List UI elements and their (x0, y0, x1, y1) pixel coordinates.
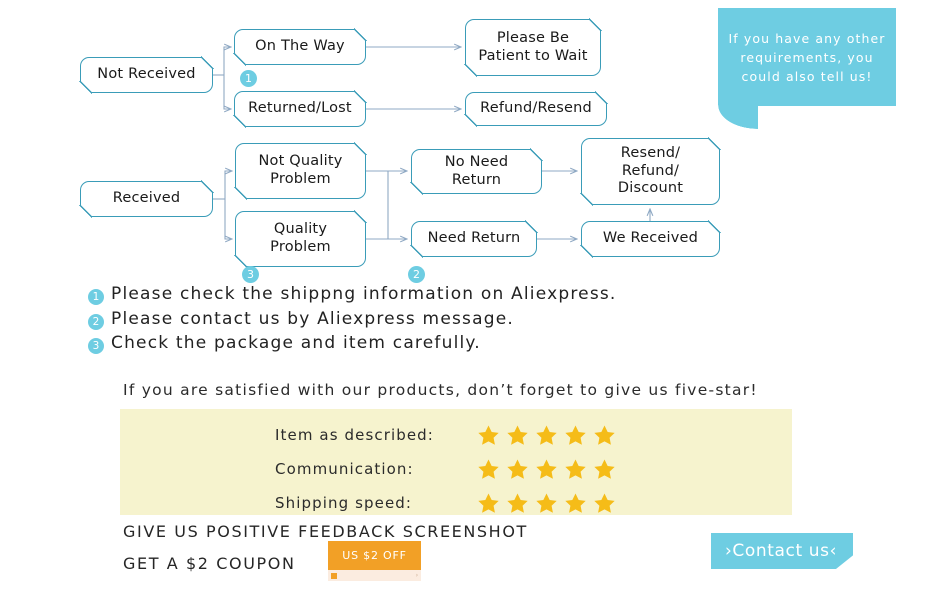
flow-node-no-need-return: No Need Return (410, 148, 543, 195)
flow-step-marker-2: 2 (408, 266, 425, 283)
rating-row: Shipping speed: (120, 486, 792, 520)
flow-node-label: We Received (602, 230, 699, 247)
star-icon (594, 493, 615, 513)
contact-us-button[interactable]: ›Contact us‹ (711, 533, 853, 569)
requirements-bubble-tail (718, 105, 758, 129)
note-text: Check the package and item carefully. (111, 333, 481, 353)
star-icon (565, 425, 586, 445)
flow-node-we-received: We Received (580, 220, 721, 258)
coupon-footer: › (328, 570, 421, 581)
flow-node-returned-lost: Returned/Lost (233, 90, 367, 128)
rating-row: Communication: (120, 452, 792, 486)
star-icon (478, 493, 499, 513)
requirements-bubble: If you have any other requirements, you … (718, 8, 896, 106)
star-icon (507, 459, 528, 479)
page-root: Not Received On The Way Returned/Lost Pleas… (0, 0, 950, 600)
flow-node-not-quality-problem: Not Quality Problem (234, 142, 367, 200)
flow-node-label: Resend/ Refund/ Discount (617, 144, 684, 197)
note-item: 3 Check the package and item carefully. (88, 333, 617, 357)
note-number: 1 (88, 289, 104, 305)
note-item: 2 Please contact us by Aliexpress message… (88, 309, 617, 333)
flow-node-label: Please Be Patient to Wait (478, 29, 588, 64)
feedback-line-1: GIVE US POSITIVE FEEDBACK SCREENSHOT (123, 522, 528, 541)
rating-label: Item as described: (275, 426, 434, 444)
flow-node-label: No Need Return (444, 153, 509, 188)
requirements-bubble-text: If you have any other requirements, you … (728, 30, 886, 84)
ratings-panel: Item as described: Communication: Shipping… (120, 409, 792, 515)
note-item: 1 Please check the shippng information on… (88, 284, 617, 308)
star-icon (594, 425, 615, 445)
rating-stars (477, 424, 616, 447)
rating-stars (477, 492, 616, 515)
star-icon (594, 459, 615, 479)
feedback-line-2: GET A $2 COUPON (123, 554, 296, 573)
star-icon (565, 459, 586, 479)
note-text: Please check the shippng information on … (111, 284, 617, 304)
contact-us-label: ›Contact us‹ (725, 541, 837, 561)
flow-node-received: Received (79, 180, 214, 218)
star-icon (478, 459, 499, 479)
flow-node-label: Not Received (97, 66, 196, 83)
star-icon (507, 425, 528, 445)
flow-node-label: On The Way (255, 38, 345, 55)
flow-node-please-be-patient: Please Be Patient to Wait (464, 18, 602, 77)
flow-node-not-received: Not Received (79, 56, 214, 94)
star-icon (565, 493, 586, 513)
note-number: 2 (88, 313, 104, 330)
star-icon (536, 459, 557, 479)
flow-node-label: Refund/Resend (480, 100, 592, 117)
rating-label: Communication: (275, 460, 414, 478)
flow-node-quality-problem: Quality Problem (234, 210, 367, 268)
notes-list: 1 Please check the shippng information on… (88, 284, 617, 358)
flow-node-resend-refund-discount: Resend/ Refund/ Discount (580, 137, 721, 206)
flow-node-label: Received (112, 190, 181, 207)
flow-node-label: Returned/Lost (248, 100, 352, 117)
star-icon (478, 425, 499, 445)
flow-step-marker-3: 3 (242, 266, 259, 283)
star-icon (536, 493, 557, 513)
chevron-right-icon: › (415, 571, 418, 579)
star-icon (536, 425, 557, 445)
flow-node-label: Need Return (427, 230, 521, 247)
flow-node-need-return: Need Return (410, 220, 538, 258)
coupon-amount: US $2 OFF (328, 541, 421, 570)
flow-node-refund-resend: Refund/Resend (464, 91, 608, 127)
coupon-tag-icon (331, 572, 337, 579)
coupon-amount-label: US $2 OFF (342, 549, 407, 562)
satisfied-line: If you are satisfied with our products, … (123, 381, 758, 399)
flow-node-label: Quality Problem (270, 221, 331, 255)
rating-label: Shipping speed: (275, 494, 413, 512)
flow-node-label: Not Quality Problem (258, 153, 343, 187)
coupon-badge[interactable]: US $2 OFF › (328, 541, 421, 581)
note-number: 3 (88, 338, 104, 354)
star-icon (507, 493, 528, 513)
rating-stars (477, 458, 616, 481)
note-text: Please contact us by Aliexpress message. (111, 308, 514, 329)
flow-node-on-the-way: On The Way (233, 28, 367, 66)
rating-row: Item as described: (120, 418, 792, 452)
flow-step-marker-1: 1 (240, 70, 257, 87)
